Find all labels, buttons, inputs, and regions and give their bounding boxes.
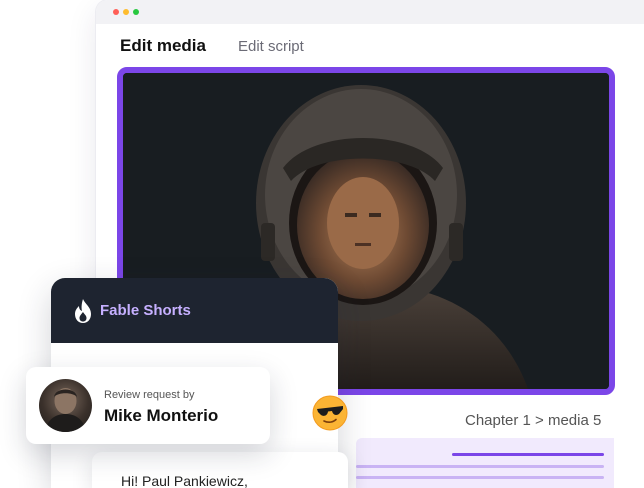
chapter-breadcrumb: Chapter 1 > media 5 [465, 412, 602, 429]
brand-name: Fable Shorts [100, 302, 191, 319]
flame-icon [75, 298, 91, 323]
message-box[interactable]: Hi! Paul Pankiewicz, [92, 452, 348, 488]
timeline-progress-bar[interactable] [452, 453, 604, 456]
review-request-subtitle: Review request by [104, 389, 195, 401]
reviewer-name: Mike Monterio [104, 406, 219, 425]
timeline-track-line [356, 465, 604, 468]
fable-header: Fable Shorts [51, 278, 338, 343]
editor-tabs: Edit media Edit script [120, 36, 304, 56]
tab-edit-script[interactable]: Edit script [238, 38, 304, 55]
timeline-track[interactable] [356, 438, 614, 488]
window-close-dot[interactable] [113, 9, 119, 15]
timeline-track-line [356, 476, 604, 479]
tab-edit-media[interactable]: Edit media [120, 36, 206, 56]
window-maximize-dot[interactable] [133, 9, 139, 15]
avatar [39, 379, 92, 432]
sunglasses-emoji-icon [312, 395, 348, 431]
message-text: Hi! Paul Pankiewicz, [121, 473, 248, 488]
window-minimize-dot[interactable] [123, 9, 129, 15]
window-titlebar [96, 0, 644, 24]
review-request-card[interactable]: Review request by Mike Monterio [26, 367, 270, 444]
